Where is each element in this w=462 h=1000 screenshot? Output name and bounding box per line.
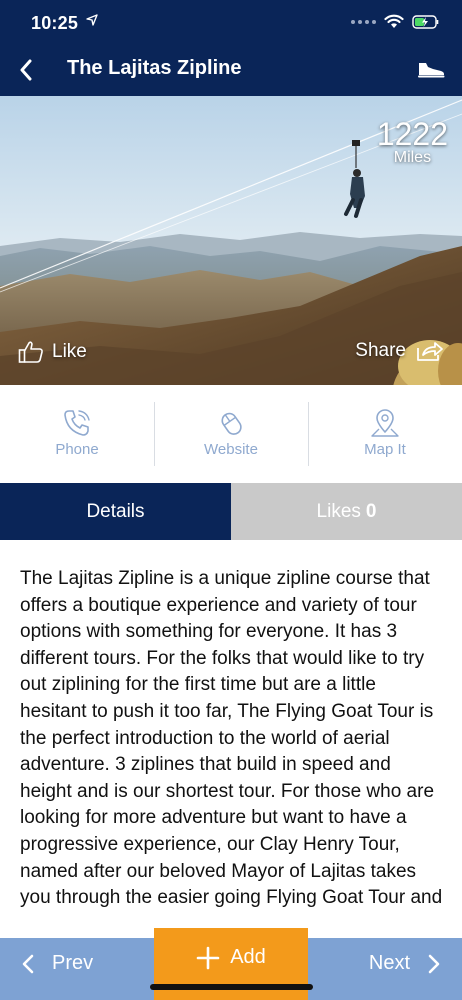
- like-button[interactable]: Like: [18, 340, 87, 364]
- description-text: The Lajitas Zipline is a unique zipline …: [20, 568, 443, 909]
- tab-likes[interactable]: Likes 0: [231, 483, 462, 540]
- phone-icon: [64, 410, 90, 436]
- phone-button[interactable]: Phone: [0, 385, 154, 483]
- chevron-left-icon: [20, 59, 32, 81]
- shoe-icon: [418, 63, 445, 78]
- hero-image: 1222 Miles Like Share: [0, 96, 462, 385]
- plus-icon: [196, 946, 220, 970]
- like-label: Like: [52, 341, 87, 362]
- map-it-label: Map It: [364, 441, 406, 458]
- chevron-left-icon: [22, 954, 34, 973]
- tab-bar: Details Likes 0: [0, 483, 462, 540]
- prev-button[interactable]: Prev: [22, 952, 93, 975]
- distance-badge: 1222 Miles: [377, 118, 448, 166]
- distance-value: 1222: [376, 116, 448, 152]
- signal-icon: [351, 19, 376, 24]
- mouse-icon: [221, 412, 242, 435]
- share-icon: [417, 342, 443, 361]
- page-title: The Lajitas Zipline: [67, 57, 242, 79]
- checkin-button[interactable]: [414, 54, 448, 84]
- website-button[interactable]: Website: [154, 385, 308, 483]
- thumbs-up-icon: [18, 341, 43, 363]
- action-row: Phone Website Map It: [0, 385, 462, 483]
- likes-count: 0: [365, 500, 377, 522]
- add-label: Add: [230, 946, 266, 968]
- status-indicators: [351, 14, 440, 29]
- distance-unit: Miles: [393, 149, 432, 166]
- map-pin-icon: [371, 409, 399, 437]
- prev-label: Prev: [52, 952, 94, 974]
- share-button[interactable]: Share: [355, 340, 444, 362]
- share-label: Share: [355, 340, 406, 361]
- status-bar: 10:25: [0, 0, 462, 44]
- location-arrow-icon: [86, 14, 98, 29]
- status-time: 10:25: [31, 13, 79, 33]
- back-button[interactable]: [8, 52, 44, 88]
- tab-details[interactable]: Details: [0, 483, 231, 540]
- nav-bar: The Lajitas Zipline: [0, 44, 462, 96]
- wifi-icon: [384, 14, 404, 28]
- website-label: Website: [204, 441, 258, 458]
- battery-charging-icon: [412, 14, 439, 29]
- tab-likes-label: Likes: [316, 500, 361, 522]
- phone-label: Phone: [55, 441, 99, 458]
- home-indicator: [150, 984, 313, 990]
- map-it-button[interactable]: Map It: [308, 385, 462, 483]
- tab-details-label: Details: [86, 500, 145, 522]
- next-button[interactable]: Next: [369, 952, 440, 975]
- chevron-right-icon: [428, 954, 440, 973]
- next-label: Next: [368, 952, 410, 974]
